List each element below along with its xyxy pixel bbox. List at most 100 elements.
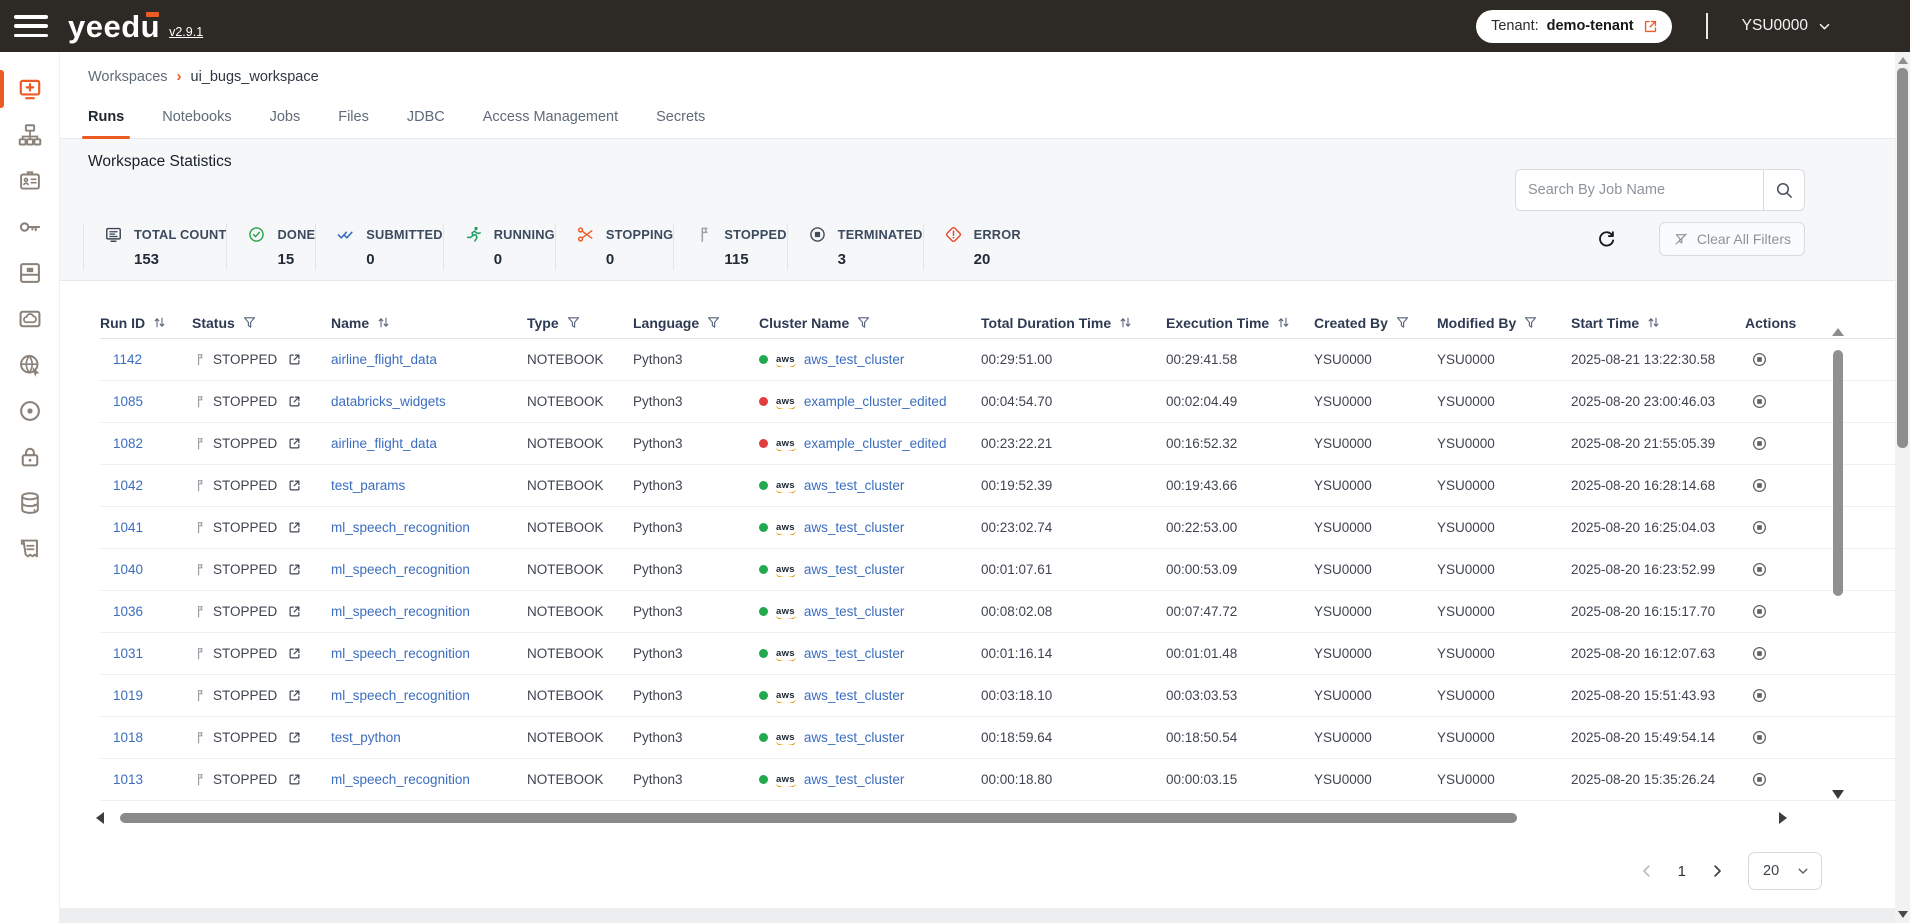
column-control-icon[interactable] — [242, 315, 257, 330]
run-id-link[interactable]: 1042 — [113, 478, 143, 493]
previous-page-button[interactable] — [1638, 862, 1656, 880]
run-name-link[interactable]: databricks_widgets — [331, 394, 446, 409]
cluster-link[interactable]: example_cluster_edited — [804, 394, 947, 409]
open-run-external-link-icon[interactable] — [287, 436, 302, 451]
column-header[interactable]: Cluster Name — [759, 315, 981, 331]
sidebar-item-security[interactable] — [0, 434, 59, 480]
version-link[interactable]: v2.9.1 — [169, 25, 203, 39]
cluster-link[interactable]: aws_test_cluster — [804, 646, 905, 661]
search-button[interactable] — [1763, 169, 1805, 211]
scroll-up-arrow[interactable] — [1832, 328, 1844, 336]
cluster-link[interactable]: aws_test_cluster — [804, 520, 905, 535]
column-header[interactable]: Language — [633, 315, 759, 331]
scroll-left-arrow[interactable] — [96, 812, 104, 824]
open-run-external-link-icon[interactable] — [287, 394, 302, 409]
open-run-external-link-icon[interactable] — [287, 520, 302, 535]
open-run-external-link-icon[interactable] — [287, 772, 302, 787]
column-control-icon[interactable] — [1276, 315, 1291, 330]
cluster-link[interactable]: aws_test_cluster — [804, 772, 905, 787]
column-header[interactable]: Name — [331, 315, 527, 331]
column-header[interactable]: Actions — [1745, 315, 1805, 331]
column-header[interactable]: Status — [192, 315, 331, 331]
run-id-link[interactable]: 1031 — [113, 646, 143, 661]
column-header[interactable]: Execution Time — [1166, 315, 1314, 331]
run-id-link[interactable]: 1019 — [113, 688, 143, 703]
column-control-icon[interactable] — [152, 315, 167, 330]
scroll-down-arrow[interactable] — [1832, 790, 1844, 799]
cluster-link[interactable]: aws_test_cluster — [804, 604, 905, 619]
open-run-external-link-icon[interactable] — [287, 352, 302, 367]
run-name-link[interactable]: test_params — [331, 478, 405, 493]
column-control-icon[interactable] — [1395, 315, 1410, 330]
column-header[interactable]: Type — [527, 315, 633, 331]
run-name-link[interactable]: airline_flight_data — [331, 352, 437, 367]
column-control-icon[interactable] — [1646, 315, 1661, 330]
stop-action-button[interactable] — [1751, 477, 1768, 494]
tab[interactable]: Notebooks — [162, 109, 231, 138]
sidebar-item-network[interactable] — [0, 342, 59, 388]
run-id-link[interactable]: 1082 — [113, 436, 143, 451]
breadcrumb-workspaces-link[interactable]: Workspaces — [88, 69, 168, 85]
column-control-icon[interactable] — [856, 315, 871, 330]
cluster-link[interactable]: aws_test_cluster — [804, 688, 905, 703]
column-control-icon[interactable] — [1523, 315, 1538, 330]
sidebar-item-cloud[interactable] — [0, 296, 59, 342]
stop-action-button[interactable] — [1751, 519, 1768, 536]
page-scroll-thumb[interactable] — [1897, 68, 1908, 448]
tab[interactable]: Secrets — [656, 109, 705, 138]
open-run-external-link-icon[interactable] — [287, 688, 302, 703]
column-header[interactable]: Modified By — [1437, 315, 1571, 331]
page-size-select[interactable]: 20 — [1748, 852, 1822, 890]
open-run-external-link-icon[interactable] — [287, 730, 302, 745]
user-menu[interactable]: YSU0000 — [1742, 17, 1832, 35]
cluster-link[interactable]: example_cluster_edited — [804, 436, 947, 451]
cluster-link[interactable]: aws_test_cluster — [804, 352, 905, 367]
open-run-external-link-icon[interactable] — [287, 562, 302, 577]
column-header[interactable]: Start Time — [1571, 315, 1745, 331]
search-input[interactable] — [1515, 169, 1763, 211]
horizontal-scroll-track[interactable] — [110, 812, 1773, 824]
stop-action-button[interactable] — [1751, 687, 1768, 704]
stop-action-button[interactable] — [1751, 351, 1768, 368]
column-control-icon[interactable] — [1118, 315, 1133, 330]
tenant-external-link-icon[interactable] — [1642, 18, 1659, 35]
tab[interactable]: JDBC — [407, 109, 445, 138]
tenant-pill[interactable]: Tenant: demo-tenant — [1476, 9, 1672, 43]
column-header[interactable]: Total Duration Time — [981, 315, 1166, 331]
sidebar-item-workspaces[interactable] — [0, 66, 59, 112]
vertical-scroll-thumb[interactable] — [1833, 350, 1843, 596]
app-logo[interactable]: yeedu — [68, 11, 160, 42]
tab[interactable]: Jobs — [270, 109, 301, 138]
scroll-right-arrow[interactable] — [1779, 812, 1787, 824]
run-name-link[interactable]: ml_speech_recognition — [331, 646, 470, 661]
sidebar-item-database[interactable] — [0, 480, 59, 526]
refresh-button[interactable] — [1596, 229, 1617, 250]
sidebar-item-clusters[interactable] — [0, 112, 59, 158]
column-header[interactable]: Created By — [1314, 315, 1437, 331]
open-run-external-link-icon[interactable] — [287, 646, 302, 661]
stop-action-button[interactable] — [1751, 729, 1768, 746]
cluster-link[interactable]: aws_test_cluster — [804, 478, 905, 493]
run-id-link[interactable]: 1142 — [113, 352, 142, 367]
hamburger-menu-icon[interactable] — [14, 15, 48, 37]
stop-action-button[interactable] — [1751, 603, 1768, 620]
column-control-icon[interactable] — [566, 315, 581, 330]
horizontal-scroll-thumb[interactable] — [120, 813, 1517, 823]
stop-action-button[interactable] — [1751, 561, 1768, 578]
sidebar-item-storage[interactable] — [0, 250, 59, 296]
column-control-icon[interactable] — [376, 315, 391, 330]
run-name-link[interactable]: ml_speech_recognition — [331, 562, 470, 577]
sidebar-item-access-keys[interactable] — [0, 204, 59, 250]
open-run-external-link-icon[interactable] — [287, 478, 302, 493]
tab[interactable]: Runs — [81, 109, 131, 139]
run-name-link[interactable]: ml_speech_recognition — [331, 520, 470, 535]
run-name-link[interactable]: test_python — [331, 730, 401, 745]
cluster-link[interactable]: aws_test_cluster — [804, 562, 905, 577]
tab[interactable]: Access Management — [483, 109, 618, 138]
stop-action-button[interactable] — [1751, 645, 1768, 662]
sidebar-item-target[interactable] — [0, 388, 59, 434]
next-page-button[interactable] — [1708, 862, 1726, 880]
cluster-link[interactable]: aws_test_cluster — [804, 730, 905, 745]
run-id-link[interactable]: 1085 — [113, 394, 143, 409]
sidebar-item-logs[interactable] — [0, 526, 59, 572]
